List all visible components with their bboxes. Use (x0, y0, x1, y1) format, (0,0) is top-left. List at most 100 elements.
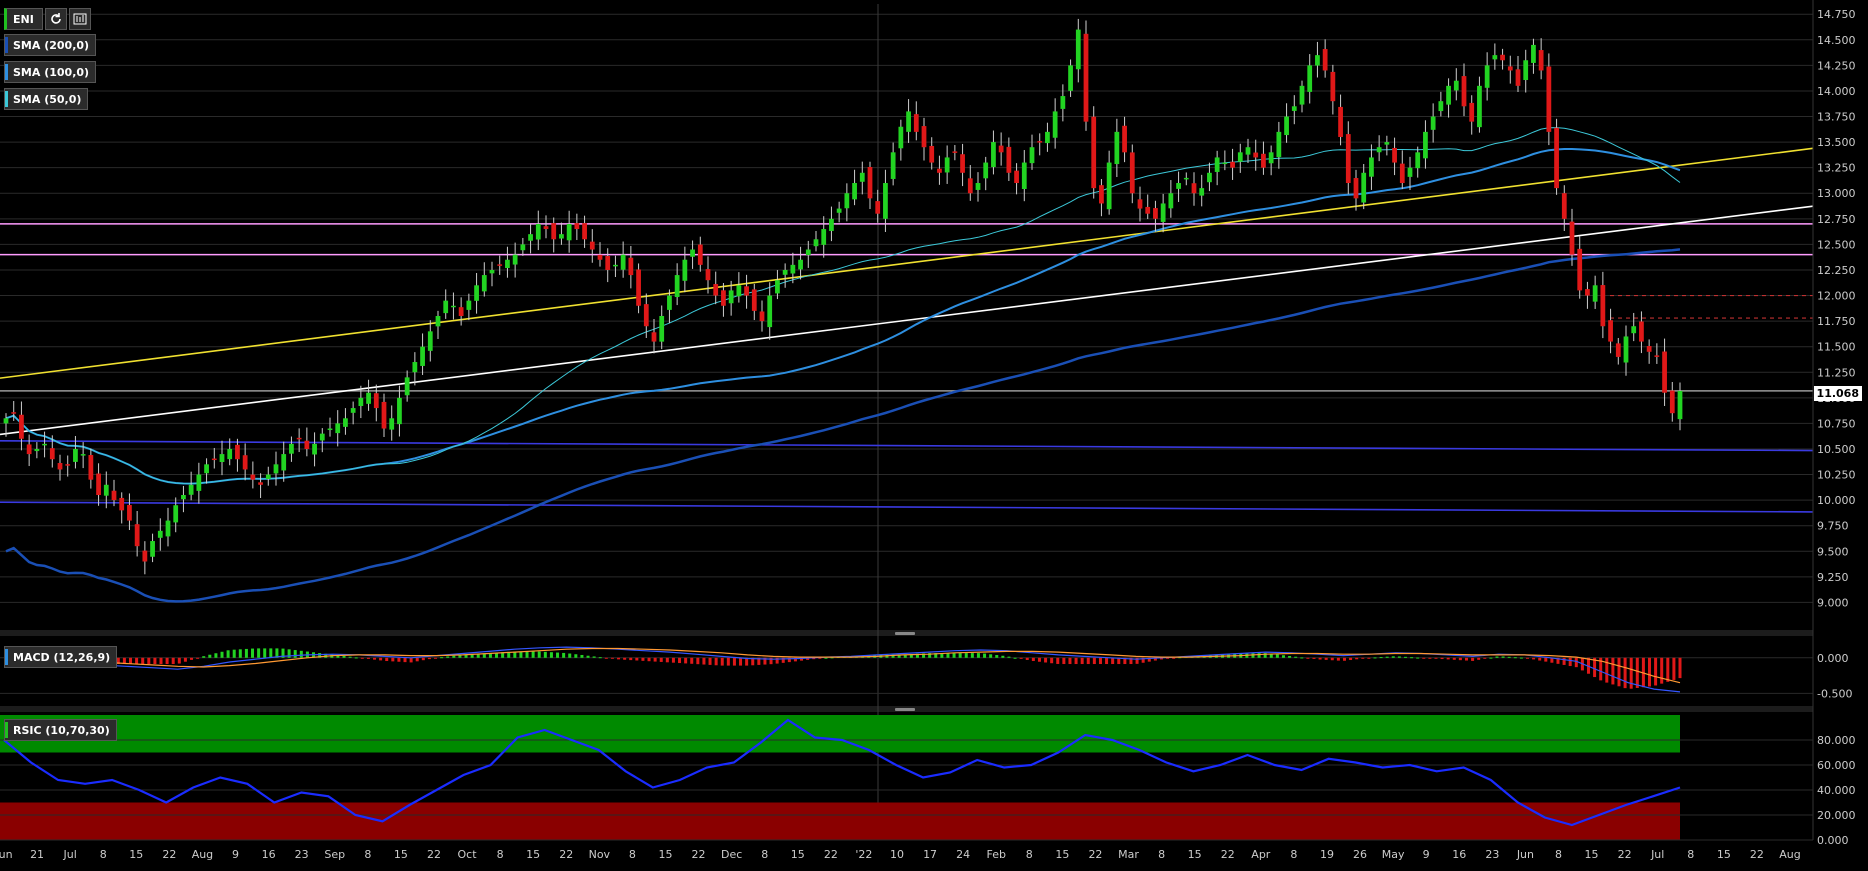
candle-body (265, 474, 271, 479)
macd-histogram-bar (1574, 657, 1578, 668)
candle-body (1399, 163, 1405, 184)
candle-body (358, 397, 364, 407)
x-tick-label: May (1382, 848, 1405, 861)
macd-histogram-bar (1501, 656, 1505, 658)
macd-histogram-bar (1422, 657, 1426, 659)
candle-body (1662, 351, 1667, 393)
macd-histogram-bar (702, 657, 706, 665)
candle-body (775, 280, 780, 294)
macd-histogram-bar (543, 651, 547, 658)
candle-body (1361, 172, 1367, 203)
sma200-legend[interactable]: SMA (200,0) (4, 34, 97, 56)
candle-body (1083, 33, 1089, 122)
sma50-legend[interactable]: SMA (50,0) (4, 88, 89, 110)
x-tick-label: 16 (262, 848, 276, 861)
macd-histogram-bar (232, 649, 236, 658)
chart-canvas[interactable]: 14.750 14.500 14.250 14.000 13.750 13.500 13.2… (0, 0, 1868, 871)
candle-body (1546, 66, 1552, 132)
candle-body (373, 393, 379, 409)
x-tick-label: 26 (1353, 848, 1367, 861)
chart-settings-icon[interactable] (68, 8, 91, 30)
refresh-icon[interactable] (44, 8, 67, 30)
macd-histogram-bar (1062, 657, 1066, 665)
candle-body (1268, 152, 1274, 164)
candle-body (1423, 131, 1428, 159)
macd-histogram-bar (415, 657, 419, 662)
candle-body (651, 332, 657, 342)
candle-body (1523, 60, 1529, 81)
candle-body (57, 463, 63, 470)
candle-body (1145, 206, 1151, 214)
candle-body (1199, 188, 1205, 196)
x-tick-label: 15 (1188, 848, 1202, 861)
candle-body (1623, 336, 1629, 363)
macd-histogram-bar (1025, 657, 1029, 660)
candle-body (867, 166, 873, 199)
x-tick-label: 22 (162, 848, 176, 861)
candle-body (1407, 167, 1413, 177)
macd-histogram-bar (226, 650, 230, 658)
macd-histogram-bar (671, 657, 675, 663)
rsic-legend[interactable]: RSIC (10,70,30) (4, 719, 117, 741)
macd-histogram-bar (1647, 657, 1651, 687)
candle-body (944, 157, 950, 173)
macd-histogram-bar (1635, 657, 1639, 688)
price-tick-label: 13.500 (1817, 136, 1856, 149)
candle-body (852, 183, 857, 200)
candle-body (1291, 106, 1297, 111)
candle-body (937, 168, 942, 173)
candle-body (489, 269, 495, 274)
candle-body (258, 482, 263, 485)
candle-body (1168, 193, 1174, 209)
candle-body (1137, 199, 1143, 209)
candle-body (312, 443, 317, 455)
candle-body (597, 254, 603, 260)
price-tick-label: 12.000 (1817, 290, 1856, 303)
x-tick-label: 8 (1290, 848, 1297, 861)
macd-histogram-bar (1056, 657, 1060, 664)
macd-histogram-bar (549, 652, 553, 658)
candle-body (1299, 85, 1305, 105)
macd-histogram-bar (1385, 656, 1389, 658)
macd-histogram-bar (983, 653, 987, 658)
chart-toolbar: ENI (4, 8, 91, 30)
macd-histogram-bar (1007, 656, 1011, 658)
candle-body (1492, 55, 1498, 60)
sma100-legend[interactable]: SMA (100,0) (4, 61, 97, 83)
candle-body (713, 284, 719, 296)
candle-body (1608, 320, 1613, 342)
x-tick-label: 8 (497, 848, 504, 861)
candle-body (1585, 289, 1590, 296)
macd-histogram-bar (1397, 656, 1401, 658)
candle-body (967, 178, 973, 194)
macd-histogram-bar (1336, 657, 1340, 661)
symbol-button[interactable]: ENI (4, 8, 43, 30)
macd-histogram-bar (976, 653, 980, 658)
macd-histogram-bar (556, 652, 560, 658)
macd-histogram-bar (1403, 656, 1407, 658)
macd-histogram-bar (598, 657, 602, 659)
macd-histogram-bar (1281, 655, 1285, 658)
macd-histogram-bar (562, 652, 566, 658)
macd-histogram-bar (159, 657, 163, 665)
candle-body (1183, 177, 1189, 180)
candle-body (751, 289, 757, 311)
macd-histogram-bar (1623, 657, 1627, 689)
macd-histogram-bar (403, 657, 407, 663)
macd-histogram-bar (135, 657, 139, 665)
macd-histogram-bar (586, 655, 590, 658)
x-tick-label: Jun (0, 848, 13, 861)
candle-body (566, 223, 572, 241)
macd-legend[interactable]: MACD (12,26,9) (4, 646, 118, 668)
price-tick-label: 11.500 (1817, 341, 1856, 354)
macd-histogram-bar (1050, 657, 1054, 664)
candle-body (1276, 131, 1282, 158)
candle-body (181, 495, 186, 500)
candle-body (1207, 172, 1212, 183)
candle-body (605, 256, 611, 270)
candle-body (975, 183, 981, 190)
macd-histogram-bar (1361, 657, 1365, 659)
candle-body (512, 254, 518, 265)
macd-histogram-bar (171, 657, 175, 665)
macd-histogram-bar (153, 657, 157, 665)
